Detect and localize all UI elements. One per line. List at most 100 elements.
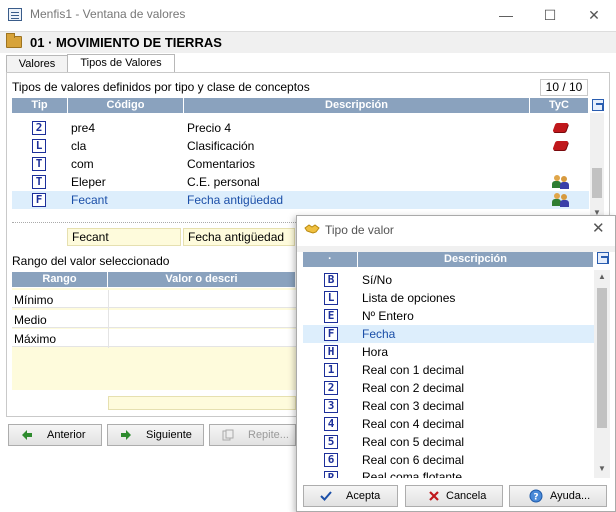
list-item[interactable]: H Hora bbox=[303, 343, 594, 361]
dialog-col-header-dot[interactable]: · bbox=[303, 252, 358, 267]
row-descripcion: Precio 4 bbox=[187, 121, 232, 135]
row-codigo: Eleper bbox=[71, 175, 106, 189]
repeat-icon bbox=[222, 429, 234, 441]
scroll-up-arrow-icon[interactable]: ▲ bbox=[594, 272, 610, 281]
type-l-icon: L bbox=[324, 291, 338, 305]
type-e-icon: E bbox=[324, 309, 338, 323]
svg-text:?: ? bbox=[533, 493, 538, 503]
close-button[interactable]: ✕ bbox=[572, 0, 616, 30]
list-item[interactable]: 4 Real con 4 decimal bbox=[303, 415, 594, 433]
col-header-valor[interactable]: Valor o descri bbox=[108, 272, 296, 287]
list-item-selected[interactable]: F Fecha bbox=[303, 325, 594, 343]
col-header-tip[interactable]: Tip bbox=[12, 98, 68, 113]
list-item[interactable]: E Nº Entero bbox=[303, 307, 594, 325]
app-icon bbox=[8, 8, 22, 21]
tab-tipos-de-valores[interactable]: Tipos de Valores bbox=[67, 54, 175, 73]
anterior-button[interactable]: Anterior bbox=[8, 424, 102, 446]
type-b-icon: B bbox=[324, 273, 338, 287]
type-4-icon: 4 bbox=[324, 417, 338, 431]
dialog-col-header-descripcion[interactable]: Descripción bbox=[358, 252, 594, 267]
range-row-minimo[interactable]: Mínimo bbox=[12, 290, 296, 308]
descripcion-input[interactable]: Fecha antigüedad bbox=[183, 228, 295, 246]
grid-scrollbar-thumb[interactable] bbox=[592, 168, 602, 198]
list-item[interactable]: 5 Real con 5 decimal bbox=[303, 433, 594, 451]
table-row[interactable]: T Eleper C.E. personal bbox=[12, 173, 589, 191]
arrow-right-icon bbox=[121, 430, 131, 440]
col-header-rango[interactable]: Rango bbox=[12, 272, 108, 287]
row-codigo: cla bbox=[71, 139, 87, 153]
dialog-title: Tipo de valor bbox=[325, 223, 394, 237]
list-item[interactable]: 3 Real con 3 decimal bbox=[303, 397, 594, 415]
range-row-maximo[interactable]: Máximo bbox=[12, 329, 296, 347]
item-descripcion: Lista de opciones bbox=[362, 291, 456, 305]
item-descripcion: Real con 5 decimal bbox=[362, 435, 465, 449]
list-item[interactable]: L Lista de opciones bbox=[303, 289, 594, 307]
row-descripcion: C.E. personal bbox=[187, 175, 260, 189]
range-row-medio[interactable]: Medio bbox=[12, 310, 296, 328]
row-codigo: pre4 bbox=[71, 121, 96, 135]
dialog-scrollbar[interactable]: ▲ ▼ bbox=[594, 270, 610, 478]
row-descripcion: Clasificación bbox=[187, 139, 255, 153]
table-row[interactable]: L cla Clasificación bbox=[12, 137, 589, 155]
item-descripcion: Real con 3 decimal bbox=[362, 399, 465, 413]
item-descripcion: Hora bbox=[362, 345, 389, 359]
type-h-icon: H bbox=[324, 345, 338, 359]
table-row[interactable]: 2 pre4 Precio 4 bbox=[12, 119, 589, 137]
type-t-icon: T bbox=[32, 157, 46, 171]
types-caption: Tipos de valores definidos por tipo y cl… bbox=[12, 80, 310, 94]
dialog-close-icon[interactable]: ✕ bbox=[592, 219, 605, 237]
table-row-selected[interactable]: F Fecant Fecha antigüedad bbox=[12, 191, 589, 209]
type-f-icon: F bbox=[32, 193, 46, 207]
type-r-icon: R bbox=[324, 471, 338, 478]
acepta-button[interactable]: Acepta bbox=[303, 485, 398, 507]
column-divider bbox=[108, 290, 109, 348]
concept-red-icon bbox=[552, 123, 569, 132]
ayuda-label: Ayuda... bbox=[550, 490, 591, 502]
cancela-button[interactable]: Cancela bbox=[405, 485, 503, 507]
list-item[interactable]: B Sí/No bbox=[303, 271, 594, 289]
siguiente-button[interactable]: Siguiente bbox=[107, 424, 204, 446]
dialog-export-icon[interactable] bbox=[597, 252, 609, 264]
type-t-icon: T bbox=[32, 175, 46, 189]
type-1-icon: 1 bbox=[324, 363, 338, 377]
users-icon bbox=[552, 175, 570, 189]
siguiente-label: Siguiente bbox=[146, 429, 192, 441]
col-header-descripcion[interactable]: Descripción bbox=[184, 98, 530, 113]
list-item[interactable]: 1 Real con 1 decimal bbox=[303, 361, 594, 379]
list-item[interactable]: 6 Real con 6 decimal bbox=[303, 451, 594, 469]
descripcion-input-value: Fecha antigüedad bbox=[188, 230, 285, 244]
range-label: Máximo bbox=[14, 332, 57, 346]
col-header-codigo[interactable]: Código bbox=[68, 98, 184, 113]
repite-button[interactable]: Repite... bbox=[209, 424, 296, 446]
minimize-button[interactable]: — bbox=[484, 0, 528, 30]
concept-red-icon bbox=[552, 141, 569, 150]
export-icon[interactable] bbox=[592, 99, 604, 111]
list-item[interactable]: 2 Real con 2 decimal bbox=[303, 379, 594, 397]
help-icon: ? bbox=[529, 489, 543, 503]
type-3-icon: 3 bbox=[324, 399, 338, 413]
item-descripcion: Fecha bbox=[362, 327, 396, 341]
tab-valores[interactable]: Valores bbox=[6, 55, 68, 73]
arrow-left-icon bbox=[22, 430, 32, 440]
ayuda-button[interactable]: ? Ayuda... bbox=[509, 485, 607, 507]
dialog-scrollbar-thumb[interactable] bbox=[597, 288, 607, 428]
range-label: Medio bbox=[14, 313, 47, 327]
x-icon bbox=[429, 491, 439, 501]
type-2-icon: 2 bbox=[324, 381, 338, 395]
row-descripcion: Fecha antigüedad bbox=[187, 193, 284, 207]
row-codigo: com bbox=[71, 157, 94, 171]
table-row[interactable]: T com Comentarios bbox=[12, 155, 589, 173]
grid-scrollbar[interactable]: ▼ bbox=[590, 113, 604, 221]
col-header-tyc[interactable]: TyC bbox=[530, 98, 589, 113]
item-descripcion: Sí/No bbox=[362, 273, 393, 287]
list-item-partial[interactable]: R Real coma flotante bbox=[303, 469, 594, 478]
row-descripcion: Comentarios bbox=[187, 157, 256, 171]
anterior-label: Anterior bbox=[47, 429, 86, 441]
scroll-down-arrow-icon[interactable]: ▼ bbox=[594, 464, 610, 473]
codigo-input[interactable]: Fecant bbox=[67, 228, 181, 246]
maximize-button[interactable]: ☐ bbox=[528, 0, 572, 30]
item-descripcion: Nº Entero bbox=[362, 309, 414, 323]
type-2-icon: 2 bbox=[32, 121, 46, 135]
record-counter: 10 / 10 bbox=[540, 79, 588, 96]
range-value-input[interactable] bbox=[108, 396, 296, 410]
